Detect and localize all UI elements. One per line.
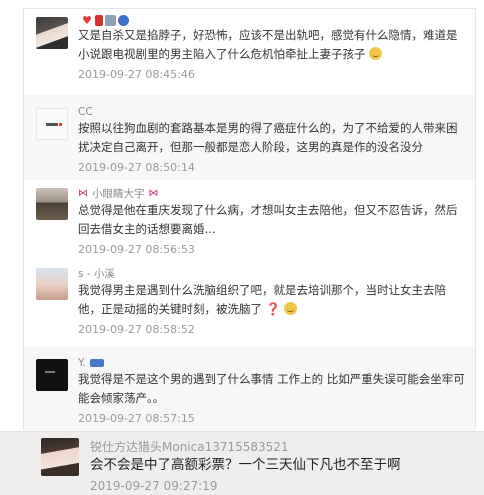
comment-item: CC 按照以往狗血剧的套路基本是男的得了癌症什么的，为了不给爱的人带来困扰决定自… bbox=[24, 95, 475, 180]
username[interactable]: Y. bbox=[78, 356, 465, 370]
bow-badge-right-icon: ⋈ bbox=[148, 188, 159, 199]
bow-badge-left-icon: ⋈ bbox=[78, 188, 88, 199]
timestamp: 2019-09-27 08:58:52 bbox=[78, 323, 195, 336]
comment-text: 会不会是中了高额彩票？一个三天仙下凡也不至于啊 bbox=[90, 457, 401, 473]
comment-item: ⋈ 小眼睛大宇 ⋈ 总觉得是他在重庆发现了什么病，才想叫女主去陪他，但又不忍告诉… bbox=[24, 180, 475, 260]
grin-emoji-icon bbox=[369, 47, 383, 60]
red-bottle-badge-icon bbox=[95, 15, 103, 26]
comment-text: 我觉得是不是这个男的遇到了什么事情 工作上的 比如严重失误可能会坐牢可能会倾家荡… bbox=[78, 372, 465, 405]
bottom-comment: 锐仕方达猎头Monica13715583521 会不会是中了高额彩票？一个三天仙… bbox=[0, 431, 484, 495]
avatar[interactable] bbox=[36, 359, 68, 391]
vip-badge-icon bbox=[89, 359, 104, 367]
timestamp: 2019-09-27 09:27:19 bbox=[90, 479, 218, 493]
avatar[interactable] bbox=[36, 268, 68, 300]
message-badge-icon bbox=[105, 15, 116, 26]
comment-text: 又是自杀又是掐脖子，好恐怖，应该不是出轨吧，感觉有什么隐情，难道是小说跟电视剧里… bbox=[78, 28, 458, 61]
comment-item: Y. 我觉得是不是这个男的遇到了什么事情 工作上的 比如严重失误可能会坐牢可能会… bbox=[24, 347, 475, 431]
comment-item: s - 小溪 我觉得男主是遇到什么洗脑组织了吧，就是去培训那个，当时让女主去陪他… bbox=[24, 260, 475, 347]
username[interactable]: ⋈ 小眼睛大宇 ⋈ bbox=[78, 187, 465, 201]
heart-badge-icon: ♥ bbox=[82, 14, 92, 27]
username[interactable]: CC bbox=[78, 105, 465, 119]
user-badges: ♥ bbox=[82, 15, 129, 26]
avatar[interactable] bbox=[41, 438, 79, 476]
username[interactable]: s - 小溪 bbox=[78, 267, 465, 281]
comment-text: 我觉得男主是遇到什么洗脑组织了吧，就是去培训那个，当时让女主去陪他，正是动摇的关… bbox=[78, 283, 446, 316]
username[interactable]: ♥ bbox=[78, 15, 465, 26]
wink-emoji-icon bbox=[284, 302, 298, 315]
blue-emblem-badge-icon bbox=[118, 15, 129, 26]
avatar[interactable] bbox=[36, 108, 68, 140]
dark-avatar-mark-icon bbox=[45, 371, 55, 373]
comment-item: ♥ 又是自杀又是掐脖子，好恐怖，应该不是出轨吧，感觉有什么隐情，难道是小说跟电视… bbox=[24, 9, 475, 95]
comment-text: 总觉得是他在重庆发现了什么病，才想叫女主去陪他，但又不忍告诉，然后回去借女主的话… bbox=[78, 203, 458, 236]
timestamp: 2019-09-27 08:57:15 bbox=[78, 412, 195, 425]
timestamp: 2019-09-27 08:56:53 bbox=[78, 243, 195, 256]
avatar[interactable] bbox=[36, 188, 68, 220]
comment-text: 按照以往狗血剧的套路基本是男的得了癌症什么的，为了不给爱的人带来困扰决定自己离开… bbox=[78, 121, 458, 154]
question-mark-icon: ❓ bbox=[265, 302, 281, 316]
username[interactable]: 锐仕方达猎头Monica13715583521 bbox=[90, 440, 474, 454]
placeholder-avatar-icon bbox=[46, 123, 58, 126]
comments-panel: ♥ 又是自杀又是掐脖子，好恐怖，应该不是出轨吧，感觉有什么隐情，难道是小说跟电视… bbox=[23, 8, 476, 431]
timestamp: 2019-09-27 08:45:46 bbox=[78, 68, 195, 81]
timestamp: 2019-09-27 08:50:14 bbox=[78, 161, 195, 174]
avatar[interactable] bbox=[36, 17, 68, 49]
